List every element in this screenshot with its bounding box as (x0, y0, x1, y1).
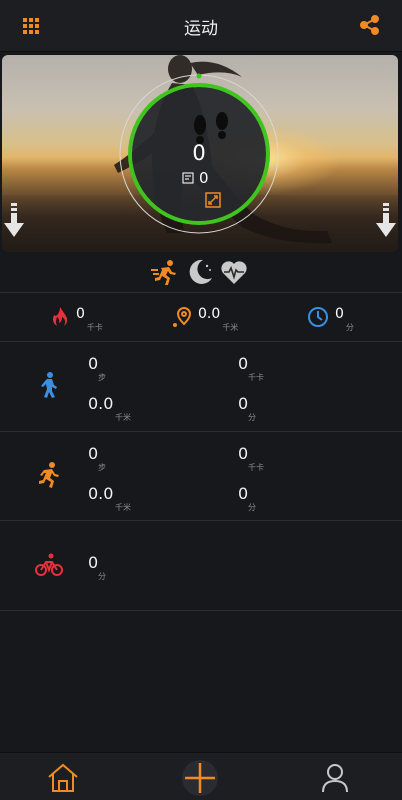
calories-unit: 千卡 (86, 323, 103, 332)
distance-unit: 千米 (222, 323, 239, 332)
walking-icon (41, 372, 57, 398)
user-icon[interactable] (318, 761, 352, 795)
cycling-duration: 0 分 (88, 553, 106, 581)
calories-summary: 0 千卡 (50, 306, 103, 333)
summary-row: 0 千卡 0.0 千米 0 分 (0, 294, 402, 340)
plus-icon (185, 763, 215, 793)
running-section[interactable]: 0 步 0 千卡 0.0 千米 0 分 (0, 432, 402, 521)
scroll-down-left-icon[interactable] (4, 203, 24, 239)
walking-section[interactable]: 0 步 0 千卡 0.0 千米 0 分 (0, 342, 402, 431)
duration-unit: 分 (345, 323, 354, 332)
distance-value: 0.0 (198, 306, 221, 322)
step-ring[interactable]: 0 0 (118, 73, 280, 235)
running-steps: 0 步 (88, 444, 106, 472)
secondary-metric: 0 (182, 169, 209, 187)
clock-icon (308, 307, 328, 327)
share-icon[interactable] (360, 15, 380, 35)
walking-duration: 0 分 (238, 394, 256, 422)
flame-icon (53, 307, 68, 326)
app-header: 运动 (0, 0, 402, 52)
walking-steps: 0 步 (88, 354, 106, 382)
walking-distance: 0.0 千米 (88, 394, 131, 422)
running-icon[interactable] (151, 258, 179, 286)
home-icon[interactable] (46, 761, 80, 795)
mode-selector (0, 257, 402, 287)
calories-value: 0 (76, 306, 85, 322)
divider (0, 610, 402, 611)
step-count: 0 (192, 141, 206, 165)
bottom-navigation (0, 752, 402, 800)
secondary-value: 0 (199, 169, 209, 187)
running-duration: 0 分 (238, 484, 256, 512)
running-calories: 0 千卡 (238, 444, 264, 472)
running-icon (39, 462, 59, 488)
location-pin-icon (173, 306, 192, 327)
duration-value: 0 (335, 306, 344, 322)
distance-summary: 0.0 千米 (172, 306, 238, 333)
page-title: 运动 (184, 19, 218, 39)
expand-icon[interactable] (205, 192, 221, 208)
running-distance: 0.0 千米 (88, 484, 131, 512)
report-icon (182, 172, 194, 184)
moon-icon[interactable] (186, 258, 214, 286)
cycling-section[interactable]: 0 分 (0, 521, 402, 610)
add-button[interactable] (182, 760, 218, 796)
duration-summary: 0 分 (307, 306, 354, 333)
divider (0, 292, 402, 293)
heart-rate-icon[interactable] (220, 258, 248, 286)
ring-center: 0 0 (132, 87, 266, 221)
scroll-down-right-icon[interactable] (376, 203, 396, 239)
footprints-icon (194, 112, 228, 144)
cycling-icon (35, 553, 63, 576)
walking-calories: 0 千卡 (238, 354, 264, 382)
